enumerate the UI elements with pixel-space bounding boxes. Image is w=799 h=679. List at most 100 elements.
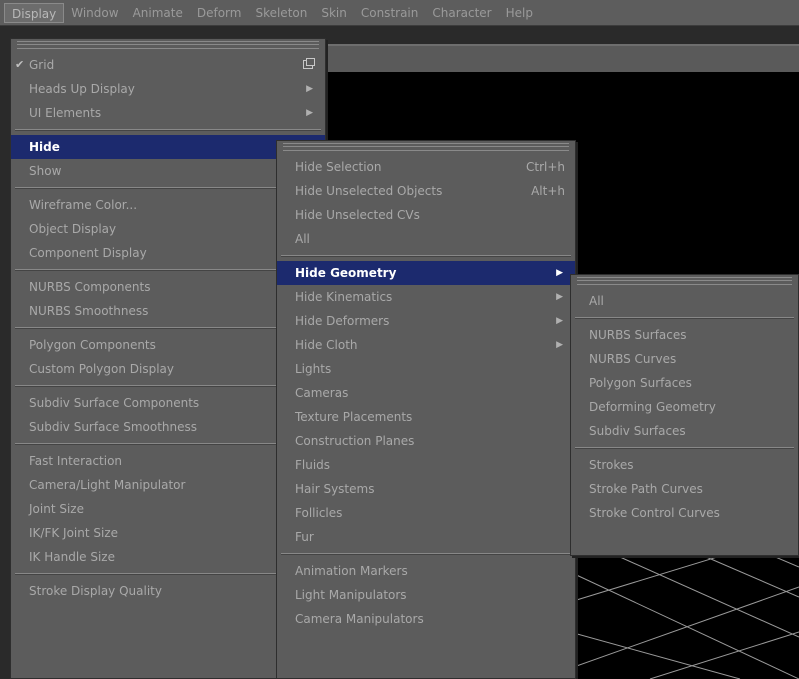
menu-item-label: IK Handle Size	[29, 550, 115, 564]
menu-item-label: Custom Polygon Display	[29, 362, 174, 376]
menu-item-label: Component Display	[29, 246, 147, 260]
submenu-arrow-icon: ▶	[306, 108, 313, 118]
display-item-heads-up-display[interactable]: Heads Up Display ▶	[11, 77, 325, 101]
menubar-display[interactable]: Display	[4, 2, 65, 23]
submenu-arrow-icon: ▶	[556, 316, 563, 326]
geometry-item-strokes[interactable]: Strokes	[571, 453, 798, 477]
menu-separator	[277, 549, 575, 559]
hide-item-cameras[interactable]: Cameras	[277, 381, 575, 405]
menu-item-label: Hide	[29, 140, 60, 154]
hide-item-hide-unselected-objects[interactable]: Hide Unselected Objects Alt+h	[277, 179, 575, 203]
menubar-character[interactable]: Character	[425, 3, 498, 23]
menu-item-label: Stroke Path Curves	[589, 482, 703, 496]
submenu-arrow-icon: ▶	[556, 340, 563, 350]
submenu-arrow-icon: ▶	[556, 268, 563, 278]
menubar-skeleton[interactable]: Skeleton	[248, 3, 314, 23]
menu-item-label: Fur	[295, 530, 314, 544]
menubar-skin[interactable]: Skin	[314, 3, 354, 23]
menu-item-label: Follicles	[295, 506, 343, 520]
menu-item-label: Animation Markers	[295, 564, 408, 578]
option-box-icon[interactable]	[303, 58, 315, 69]
menu-item-label: Wireframe Color...	[29, 198, 138, 212]
hide-item-animation-markers[interactable]: Animation Markers	[277, 559, 575, 583]
menu-separator	[277, 251, 575, 261]
menu-separator	[571, 443, 798, 453]
menu-item-label: Construction Planes	[295, 434, 415, 448]
menu-item-label: Cameras	[295, 386, 349, 400]
menu-item-label: Stroke Control Curves	[589, 506, 720, 520]
menubar-help[interactable]: Help	[499, 3, 540, 23]
menu-item-label: Fast Interaction	[29, 454, 123, 468]
hide-item-follicles[interactable]: Follicles	[277, 501, 575, 525]
hide-item-construction-planes[interactable]: Construction Planes	[277, 429, 575, 453]
menu-item-label: Hide Selection	[295, 160, 382, 174]
hide-item-fur[interactable]: Fur	[277, 525, 575, 549]
menu-item-label: Deforming Geometry	[589, 400, 716, 414]
hide-item-hair-systems[interactable]: Hair Systems	[277, 477, 575, 501]
tear-off-handle[interactable]	[17, 41, 319, 49]
hide-item-hide-cloth[interactable]: Hide Cloth ▶	[277, 333, 575, 357]
geometry-item-deforming-geometry[interactable]: Deforming Geometry	[571, 395, 798, 419]
geometry-item-all[interactable]: All	[571, 289, 798, 313]
geometry-item-nurbs-surfaces[interactable]: NURBS Surfaces	[571, 323, 798, 347]
hide-item-hide-unselected-cvs[interactable]: Hide Unselected CVs	[277, 203, 575, 227]
display-item-grid[interactable]: ✔ Grid	[11, 53, 325, 77]
hide-item-hide-kinematics[interactable]: Hide Kinematics ▶	[277, 285, 575, 309]
menu-bar: Display Window Animate Deform Skeleton Skin Co…	[0, 0, 799, 26]
menu-item-label: Subdiv Surface Smoothness	[29, 420, 198, 434]
menu-item-label: NURBS Curves	[589, 352, 677, 366]
hide-item-lights[interactable]: Lights	[277, 357, 575, 381]
menu-item-label: Hide Unselected CVs	[295, 208, 420, 222]
menu-item-label: Hair Systems	[295, 482, 375, 496]
menu-item-label: Stroke Display Quality	[29, 584, 162, 598]
hide-item-texture-placements[interactable]: Texture Placements	[277, 405, 575, 429]
menu-item-label: Show	[29, 164, 62, 178]
menu-item-label: All	[295, 232, 310, 246]
submenu-arrow-icon: ▶	[306, 84, 313, 94]
tear-off-handle[interactable]	[577, 277, 792, 285]
hide-item-fluids[interactable]: Fluids	[277, 453, 575, 477]
geometry-item-polygon-surfaces[interactable]: Polygon Surfaces	[571, 371, 798, 395]
hide-item-hide-selection[interactable]: Hide Selection Ctrl+h	[277, 155, 575, 179]
menu-item-label: Subdiv Surface Components	[29, 396, 200, 410]
hide-item-camera-manipulators[interactable]: Camera Manipulators	[277, 607, 575, 631]
menu-item-shortcut: Ctrl+h	[525, 160, 565, 174]
menu-item-label: Polygon Surfaces	[589, 376, 692, 390]
menu-item-label: NURBS Surfaces	[589, 328, 687, 342]
menu-item-label: Light Manipulators	[295, 588, 407, 602]
hide-item-hide-deformers[interactable]: Hide Deformers ▶	[277, 309, 575, 333]
menu-item-label: Grid	[29, 58, 55, 72]
hide-item-light-manipulators[interactable]: Light Manipulators	[277, 583, 575, 607]
menu-item-label: Fluids	[295, 458, 331, 472]
menubar-constrain[interactable]: Constrain	[354, 3, 426, 23]
geometry-item-stroke-path-curves[interactable]: Stroke Path Curves	[571, 477, 798, 501]
checkmark-icon: ✔	[15, 58, 25, 71]
menubar-window[interactable]: Window	[64, 3, 125, 23]
menu-item-label: NURBS Components	[29, 280, 151, 294]
menubar-deform[interactable]: Deform	[190, 3, 249, 23]
hide-item-hide-geometry[interactable]: Hide Geometry ▶	[277, 261, 575, 285]
menu-item-label: Camera/Light Manipulator	[29, 478, 186, 492]
geometry-item-nurbs-curves[interactable]: NURBS Curves	[571, 347, 798, 371]
menu-item-label: Heads Up Display	[29, 82, 135, 96]
menu-item-label: Hide Cloth	[295, 338, 358, 352]
menu-item-label: Texture Placements	[295, 410, 413, 424]
menu-item-label: Subdiv Surfaces	[589, 424, 686, 438]
menu-item-shortcut: Alt+h	[531, 184, 565, 198]
menubar-animate[interactable]: Animate	[126, 3, 190, 23]
menu-item-label: Camera Manipulators	[295, 612, 424, 626]
submenu-arrow-icon: ▶	[556, 292, 563, 302]
display-item-ui-elements[interactable]: UI Elements ▶	[11, 101, 325, 125]
viewport-toolbar	[320, 44, 799, 72]
menu-item-label: Hide Unselected Objects	[295, 184, 443, 198]
menu-item-label: NURBS Smoothness	[29, 304, 149, 318]
menu-item-label: Strokes	[589, 458, 634, 472]
menu-item-label: UI Elements	[29, 106, 102, 120]
menu-item-label: Hide Kinematics	[295, 290, 393, 304]
hide-submenu: Hide Selection Ctrl+h Hide Unselected Obje…	[276, 140, 576, 679]
geometry-item-subdiv-surfaces[interactable]: Subdiv Surfaces	[571, 419, 798, 443]
geometry-item-stroke-control-curves[interactable]: Stroke Control Curves	[571, 501, 798, 525]
hide-item-all[interactable]: All	[277, 227, 575, 251]
menu-item-label: All	[589, 294, 604, 308]
tear-off-handle[interactable]	[283, 143, 569, 151]
